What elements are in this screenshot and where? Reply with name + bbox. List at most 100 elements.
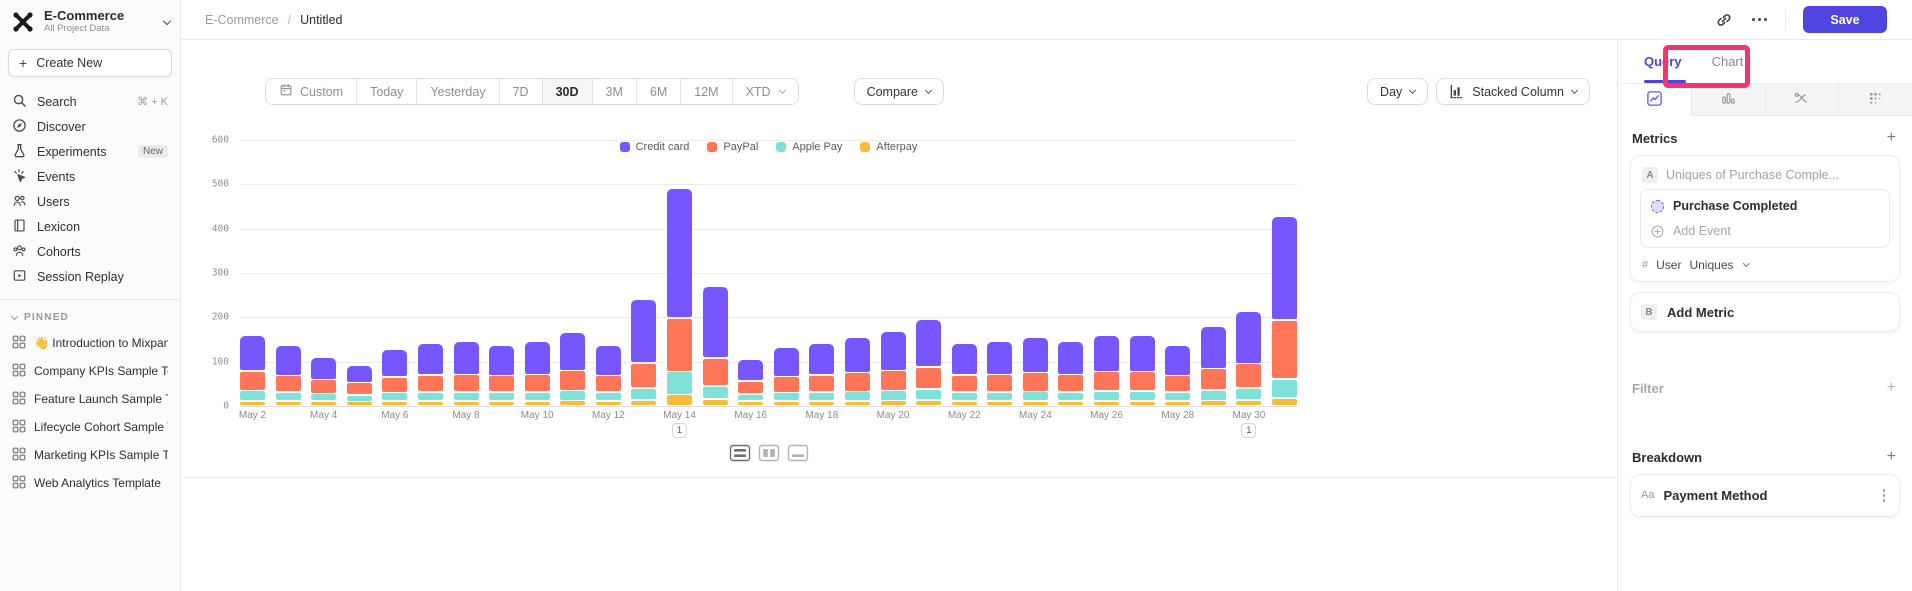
chart-bar-may-20[interactable] (881, 332, 906, 405)
chart-bar-may-15[interactable] (703, 287, 728, 405)
bar-segment-credit-card[interactable] (952, 344, 977, 375)
bar-segment-apple-pay[interactable] (631, 389, 656, 400)
bar-segment-afterpay[interactable] (560, 401, 585, 405)
bar-segment-afterpay[interactable] (1272, 399, 1297, 405)
bar-segment-paypal[interactable] (418, 376, 443, 392)
bar-segment-apple-pay[interactable] (774, 393, 799, 400)
bar-segment-paypal[interactable] (774, 377, 799, 392)
breadcrumb-page[interactable]: Untitled (300, 13, 342, 27)
chart-bar-may-3[interactable] (276, 346, 301, 405)
bar-segment-credit-card[interactable] (987, 342, 1012, 374)
bar-segment-paypal[interactable] (1201, 369, 1226, 389)
bar-segment-credit-card[interactable] (667, 189, 692, 317)
bar-segment-credit-card[interactable] (489, 346, 514, 375)
bar-segment-paypal[interactable] (667, 319, 692, 371)
add-metric-plus-icon[interactable]: + (1887, 130, 1896, 146)
bar-segment-credit-card[interactable] (881, 332, 906, 370)
sidebar-item-discover[interactable]: Discover (0, 114, 180, 139)
bar-segment-afterpay[interactable] (738, 402, 763, 405)
chart-bar-may-11[interactable] (560, 333, 585, 405)
range-today[interactable]: Today (356, 79, 416, 104)
layout-rows-button[interactable] (729, 444, 751, 462)
bar-segment-paypal[interactable] (276, 376, 301, 391)
report-tab-retention[interactable] (1838, 84, 1912, 115)
bar-segment-paypal[interactable] (489, 376, 514, 391)
bar-segment-afterpay[interactable] (489, 402, 514, 406)
bar-segment-apple-pay[interactable] (454, 393, 479, 401)
more-options-icon[interactable] (1750, 11, 1768, 29)
bar-segment-apple-pay[interactable] (916, 390, 941, 399)
range-30d[interactable]: 30D (542, 79, 592, 104)
share-link-icon[interactable] (1715, 11, 1733, 29)
bar-segment-afterpay[interactable] (845, 402, 870, 406)
bar-segment-afterpay[interactable] (1201, 401, 1226, 405)
bar-segment-afterpay[interactable] (952, 402, 977, 406)
bar-segment-afterpay[interactable] (454, 402, 479, 406)
bar-segment-paypal[interactable] (738, 382, 763, 394)
add-filter-plus-icon[interactable]: + (1887, 380, 1896, 396)
tab-chart[interactable]: Chart (1712, 54, 1744, 69)
range-xtd[interactable]: XTD (732, 79, 798, 104)
chart-bar-may-30[interactable] (1236, 312, 1261, 405)
bar-segment-apple-pay[interactable] (347, 396, 372, 401)
chart-bar-may-7[interactable] (418, 344, 443, 405)
bar-segment-afterpay[interactable] (881, 401, 906, 405)
bar-segment-credit-card[interactable] (1272, 217, 1297, 319)
chart-bar-may-22[interactable] (952, 344, 977, 405)
bar-segment-afterpay[interactable] (987, 402, 1012, 406)
bar-segment-paypal[interactable] (881, 371, 906, 390)
bar-segment-afterpay[interactable] (1094, 402, 1119, 406)
bar-segment-credit-card[interactable] (1058, 342, 1083, 374)
add-metric-card[interactable]: B Add Metric (1630, 292, 1900, 332)
chart-bar-may-16[interactable] (738, 360, 763, 405)
bar-segment-apple-pay[interactable] (703, 387, 728, 399)
bar-segment-apple-pay[interactable] (276, 393, 301, 400)
bar-segment-credit-card[interactable] (347, 366, 372, 382)
bar-segment-apple-pay[interactable] (809, 393, 834, 400)
bar-segment-apple-pay[interactable] (525, 393, 550, 401)
bar-segment-paypal[interactable] (596, 376, 621, 391)
chart-bar-may-8[interactable] (454, 342, 479, 405)
bar-segment-paypal[interactable] (987, 375, 1012, 391)
pinned-board-feature-launch-sam[interactable]: Feature Launch Sample Templa (0, 385, 180, 413)
add-event-button[interactable]: Add Event (1651, 224, 1879, 238)
bar-segment-afterpay[interactable] (1165, 402, 1190, 406)
bar-segment-apple-pay[interactable] (1023, 392, 1048, 400)
range-custom[interactable]: Custom (266, 79, 356, 104)
bar-segment-credit-card[interactable] (240, 336, 265, 371)
sidebar-item-users[interactable]: Users (0, 189, 180, 214)
chart-bar-may-26[interactable] (1094, 336, 1119, 405)
bar-segment-paypal[interactable] (1094, 372, 1119, 390)
report-tab-bar-report[interactable] (1691, 84, 1765, 115)
chart-bar-may-2[interactable] (240, 336, 265, 405)
range-3m[interactable]: 3M (592, 79, 636, 104)
bar-segment-afterpay[interactable] (809, 402, 834, 406)
chart-bar-may-14[interactable] (667, 189, 692, 405)
bar-segment-apple-pay[interactable] (881, 391, 906, 399)
annotation-count-badge[interactable]: 1 (1241, 423, 1256, 438)
range-6m[interactable]: 6M (636, 79, 680, 104)
bar-segment-paypal[interactable] (1236, 364, 1261, 387)
bar-segment-credit-card[interactable] (1023, 338, 1048, 372)
report-tab-insights[interactable] (1618, 84, 1691, 116)
bar-segment-apple-pay[interactable] (738, 395, 763, 401)
chart-bar-may-28[interactable] (1165, 346, 1190, 405)
bar-segment-apple-pay[interactable] (311, 394, 336, 400)
kebab-menu-icon[interactable] (1879, 487, 1890, 504)
sidebar-item-experiments[interactable]: ExperimentsNew (0, 139, 180, 164)
bar-segment-paypal[interactable] (703, 359, 728, 386)
bar-segment-paypal[interactable] (347, 383, 372, 394)
bar-segment-afterpay[interactable] (1058, 402, 1083, 406)
bar-segment-apple-pay[interactable] (1272, 380, 1297, 398)
bar-segment-apple-pay[interactable] (952, 393, 977, 400)
bar-segment-apple-pay[interactable] (667, 372, 692, 393)
bar-segment-apple-pay[interactable] (596, 393, 621, 400)
bar-segment-afterpay[interactable] (1130, 402, 1155, 406)
bar-segment-afterpay[interactable] (596, 402, 621, 406)
bar-segment-afterpay[interactable] (667, 395, 692, 405)
chart-bar-may-27[interactable] (1130, 336, 1155, 405)
bar-segment-apple-pay[interactable] (1165, 393, 1190, 400)
bar-segment-credit-card[interactable] (845, 338, 870, 372)
report-tab-flows[interactable] (1765, 84, 1839, 115)
chart-bar-may-31[interactable] (1272, 217, 1297, 405)
